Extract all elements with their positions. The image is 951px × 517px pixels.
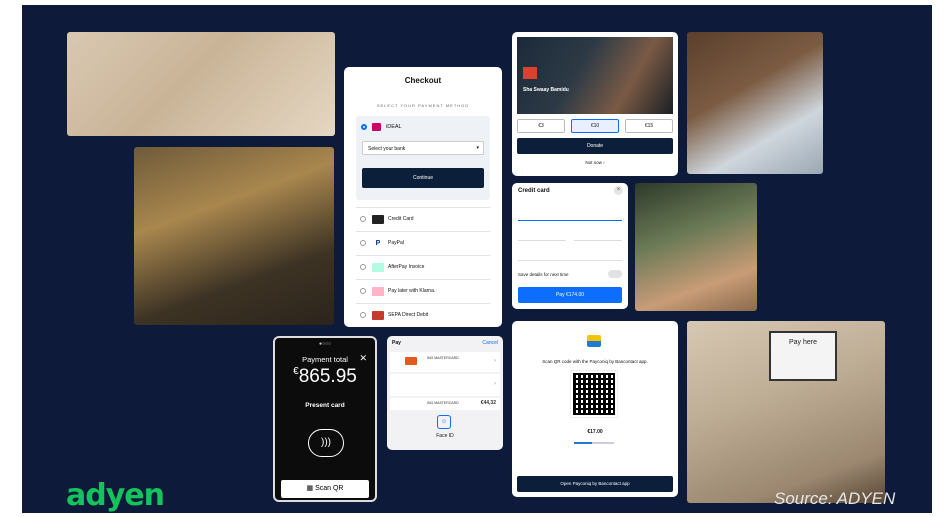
total-amount: €44,32 [480,400,496,406]
continue-button[interactable]: Continue [362,168,484,188]
payment-method-sepa[interactable]: SEPA Direct Debit [356,303,490,327]
payment-method-label: AfterPay Invoice [388,264,425,270]
payment-method-afterpay[interactable]: AfterPay Invoice [356,255,490,279]
ideal-label: iDEAL [386,124,402,130]
kiosk-screen: Pay here [769,331,837,381]
radio[interactable] [360,288,366,294]
donation-amount-option[interactable]: €3 [517,119,565,133]
ideal-radio[interactable] [361,124,367,130]
pay-button[interactable]: Pay €174.00 [518,287,622,303]
amount-value: 865.95 [298,366,357,387]
payconiq-amount: €17.00 [587,429,603,435]
photo-contactless-payment [67,32,335,136]
payment-method-klarna[interactable]: Pay later with Klarna. [356,279,490,303]
radio[interactable] [360,264,366,270]
kiosk-screen-text: Pay here [788,339,818,346]
card-name: ING MASTERCARD [427,356,459,360]
cancel-button[interactable]: Cancel [482,340,498,346]
chevron-right-icon: › [494,381,496,387]
payconiq-instruction: Scan QR code with the Payconiq by Bancon… [542,359,648,364]
countdown-progress-bar [574,442,614,444]
credit-card-form: Credit card × Save details for next time… [512,183,628,309]
slide: Pay here Checkout SELECT YOUR PAYMENT ME… [22,5,932,513]
klarna-icon [372,287,384,296]
card-number-field[interactable] [518,205,622,221]
checkout-title: Checkout [404,76,442,85]
photo-restaurant-terminal [134,147,334,325]
payment-method-credit-card[interactable]: Credit Card [356,207,490,231]
save-details-toggle[interactable] [608,270,622,278]
adyen-logo: adyen [66,478,165,513]
donation-heading: Sha Swaay Bamidu [523,87,569,93]
payment-terminal-screen: ●○○○ Payment total ✕ €865.95 Present car… [273,336,377,502]
cardholder-name-field[interactable] [518,245,622,261]
ideal-icon [372,123,381,131]
credit-card-icon [372,215,384,224]
bank-select[interactable]: Select your bank ▾ [362,141,484,155]
close-icon[interactable]: × [614,186,623,195]
donation-card: Sha Swaay Bamidu €3 €10 €15 Donate Not n… [512,32,678,176]
scan-qr-label: Scan QR [315,485,344,492]
qr-code [570,370,618,418]
payment-method-label: Credit Card [388,216,414,222]
payment-method-label: SEPA Direct Debit [388,312,429,318]
radio[interactable] [360,312,366,318]
apple-pay-header: Pay [392,340,401,346]
card-row[interactable]: ING MASTERCARD › [390,352,500,372]
ideal-option[interactable]: iDEAL Select your bank ▾ Continue [356,116,490,200]
present-card-label: Present card [305,402,345,409]
radio[interactable] [360,216,366,222]
afterpay-icon [372,263,384,272]
donation-amount-option[interactable]: €15 [625,119,673,133]
open-payconiq-button[interactable]: Open Payconiq by Bancontact app [517,476,673,492]
chevron-down-icon: ▾ [476,145,479,151]
progress-fill [574,442,592,444]
payment-amount: €865.95 [275,366,375,388]
face-id-icon: ☺ [437,415,451,429]
contactless-icon: ))) [308,429,344,457]
chevron-right-icon: › [494,358,496,364]
face-id-label: Face ID [436,433,454,439]
save-details-label: Save details for next time [518,272,569,277]
payment-method-label: PayPal [388,240,404,246]
sepa-icon [372,311,384,320]
source-caption: Source: ADYEN [774,489,896,508]
total-row: ING MASTERCARD €44,32 [390,398,500,410]
charity-logo-icon [523,67,537,79]
credit-card-title: Credit card [518,188,550,194]
total-card-name: ING MASTERCARD [427,401,459,405]
qr-icon: ▦ [306,485,316,492]
photo-payment-kiosk: Pay here [687,321,885,503]
expiry-date-field[interactable] [518,225,566,241]
status-bar: ●○○○ [318,341,332,347]
bancontact-logo-icon [587,335,601,347]
donate-button[interactable]: Donate [517,138,673,154]
close-icon[interactable]: ✕ [359,353,367,364]
payconiq-qr-card: Scan QR code with the Payconiq by Bancon… [512,321,678,497]
payment-method-label: Pay later with Klarna. [388,288,436,294]
paypal-icon: P [372,239,384,248]
card-icon [405,357,417,365]
payment-method-paypal[interactable]: P PayPal [356,231,490,255]
photo-laptop-shopping [687,32,823,174]
donation-image: Sha Swaay Bamidu [517,37,673,114]
radio[interactable] [360,240,366,246]
checkout-subtitle: SELECT YOUR PAYMENT METHOD [376,103,470,108]
checkout-card: Checkout SELECT YOUR PAYMENT METHOD iDEA… [344,67,502,327]
donation-amount-option[interactable]: €10 [571,119,619,133]
photo-mobile-shopping [635,183,757,311]
not-now-link[interactable]: Not now › [512,160,678,165]
contact-row[interactable]: › [390,374,500,396]
cvc-field[interactable] [574,225,622,241]
apple-pay-sheet: Pay Cancel ING MASTERCARD › › ING MASTER… [387,336,503,450]
bank-select-value: Select your bank [368,146,406,152]
apple-pay-title: Pay [392,340,401,346]
scan-qr-button[interactable]: ▦ Scan QR [281,480,369,498]
